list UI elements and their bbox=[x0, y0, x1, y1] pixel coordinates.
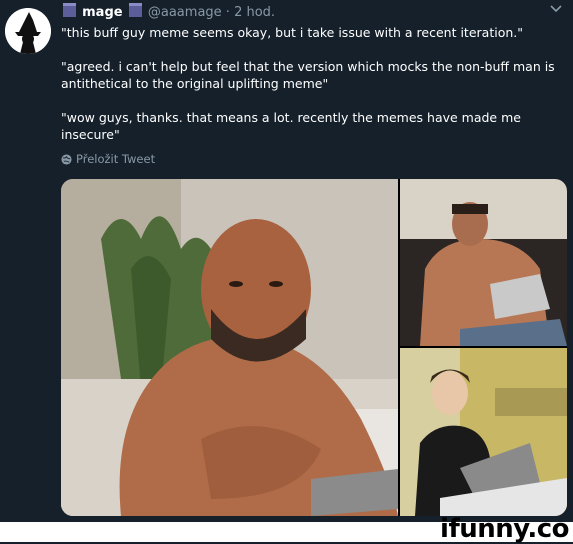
separator: · bbox=[225, 5, 230, 20]
emoji-icon bbox=[128, 3, 142, 17]
media-image-laptop-buff[interactable] bbox=[400, 179, 567, 346]
emoji-icon bbox=[63, 3, 76, 17]
translate-tweet-link[interactable]: Přeložit Tweet bbox=[61, 152, 155, 166]
translate-label[interactable]: Přeložit Tweet bbox=[76, 152, 155, 166]
handle[interactable]: @aaamage bbox=[148, 5, 222, 20]
media-image-nerd-laptop[interactable] bbox=[400, 348, 567, 516]
buff-man-laptop-photo bbox=[400, 179, 567, 346]
avatar[interactable] bbox=[5, 8, 51, 54]
tweet-line: "agreed. i can't help but feel that the … bbox=[61, 59, 555, 91]
timestamp[interactable]: 2 hod. bbox=[234, 5, 275, 20]
media-grid[interactable] bbox=[61, 179, 567, 516]
tweet-text: "this buff guy meme seems okay, but i ta… bbox=[61, 24, 566, 160]
media-image-buff-man[interactable] bbox=[61, 179, 398, 516]
chevron-down-icon[interactable] bbox=[549, 2, 563, 16]
buff-man-photo bbox=[61, 179, 398, 516]
globe-icon bbox=[61, 153, 72, 165]
watermark-bar: ifunny.co bbox=[0, 514, 573, 544]
ifunny-logo: ifunny.co bbox=[440, 514, 569, 544]
display-name[interactable]: mage bbox=[82, 5, 122, 20]
tweet-card[interactable]: mage @aaamage · 2 hod. "this buff guy me… bbox=[0, 0, 573, 522]
nerd-laptop-photo bbox=[400, 348, 567, 516]
tweet-line: "this buff guy meme seems okay, but i ta… bbox=[61, 25, 523, 40]
tweet-header: mage @aaamage · 2 hod. bbox=[61, 3, 563, 21]
wizard-avatar-icon bbox=[5, 8, 51, 54]
tweet-line: "wow guys, thanks. that means a lot. rec… bbox=[61, 110, 521, 142]
